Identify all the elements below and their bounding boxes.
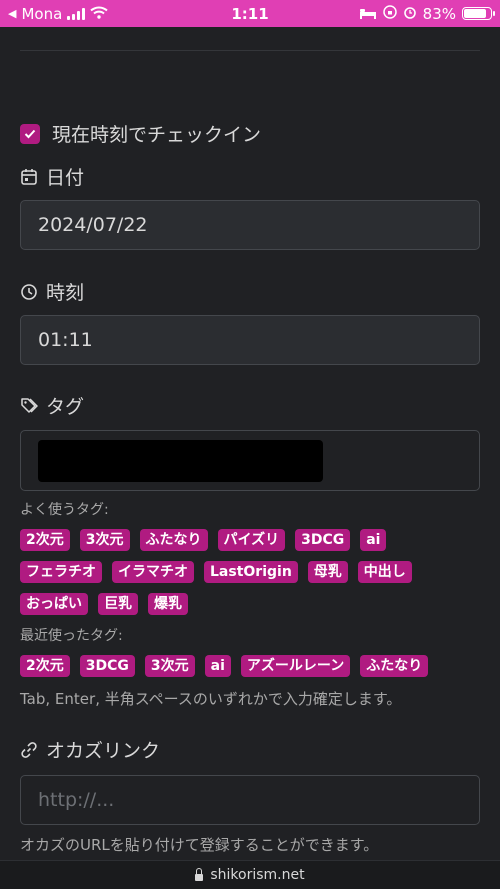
tag-chip[interactable]: ai [204, 655, 231, 677]
divider [20, 50, 480, 51]
tag-chip[interactable]: 2次元 [20, 529, 70, 551]
tags-help-text: Tab, Enter, 半角スペースのいずれかで入力確定します。 [20, 690, 402, 708]
checkin-now-option[interactable]: 現在時刻でチェックイン [20, 120, 261, 147]
back-arrow-icon[interactable]: ◀ [8, 7, 16, 20]
calendar-icon [20, 168, 38, 186]
tag-chip[interactable]: アズールレーン [240, 655, 351, 677]
tag-chip[interactable]: 母乳 [307, 561, 348, 583]
status-time: 1:11 [231, 4, 269, 23]
tag-chip[interactable]: ふたなり [360, 655, 429, 677]
carrier-name: Mona [21, 4, 63, 23]
tags-label-row: タグ [20, 392, 84, 419]
status-bar: ◀ Mona 1:11 83% [0, 0, 500, 27]
clock-icon [20, 283, 38, 301]
frequent-tags-row: フェラチオ イラマチオ LastOrigin 母乳 中出し [20, 561, 412, 583]
sleep-bed-icon [359, 5, 377, 23]
tag-chip[interactable]: 3次元 [79, 529, 130, 551]
tags-label: タグ [46, 396, 85, 418]
cellular-signal-icon [67, 7, 86, 20]
tag-chip[interactable]: ai [360, 529, 387, 551]
alarm-icon [403, 5, 417, 23]
okazu-help-text: オカズのURLを貼り付けて登録することができます。 [20, 836, 379, 854]
tag-chip[interactable]: LastOrigin [204, 561, 298, 583]
frequent-tags-label: よく使うタグ: [20, 502, 109, 518]
battery-icon [462, 7, 495, 20]
tag-chip[interactable]: フェラチオ [20, 561, 102, 583]
recent-tags-label: 最近使ったタグ: [20, 628, 123, 644]
tag-chip[interactable]: おっぱい [20, 593, 88, 615]
wifi-icon [90, 5, 108, 23]
date-label-row: 日付 [20, 163, 84, 190]
tag-chip[interactable]: 爆乳 [148, 593, 188, 615]
time-label-row: 時刻 [20, 278, 84, 305]
time-input[interactable]: 01:11 [20, 315, 480, 365]
tag-chip[interactable]: イラマチオ [112, 561, 194, 583]
redacted-tags [38, 440, 323, 482]
tag-chip[interactable]: 2次元 [20, 655, 70, 677]
lock-icon [195, 867, 204, 881]
tag-chip[interactable]: 3DCG [79, 655, 135, 677]
tags-icon [20, 397, 38, 415]
frequent-tags-row: おっぱい 巨乳 爆乳 [20, 593, 188, 615]
tag-chip[interactable]: パイズリ [217, 529, 286, 551]
link-icon [20, 741, 38, 759]
browser-url-bar[interactable]: shikorism.net [0, 860, 500, 889]
check-icon [24, 129, 36, 138]
date-input[interactable]: 2024/07/22 [20, 200, 480, 250]
okazu-link-input[interactable]: http://... [20, 775, 480, 825]
okazu-link-label-row: オカズリンク [20, 736, 160, 763]
tag-chip[interactable]: 3DCG [295, 529, 351, 551]
battery-percent: 83% [422, 4, 456, 23]
orientation-lock-icon [382, 4, 397, 23]
recent-tags-row: 2次元 3DCG 3次元 ai アズールレーン ふたなり [20, 655, 429, 677]
tag-chip[interactable]: 3次元 [144, 655, 195, 677]
url-domain: shikorism.net [210, 867, 305, 883]
frequent-tags-row: 2次元 3次元 ふたなり パイズリ 3DCG ai [20, 529, 387, 551]
time-label: 時刻 [46, 282, 85, 304]
checkin-now-label: 現在時刻でチェックイン [52, 124, 262, 146]
tag-chip[interactable]: 巨乳 [98, 593, 138, 615]
date-label: 日付 [46, 167, 85, 189]
tags-input[interactable] [20, 430, 480, 491]
checkin-now-checkbox[interactable] [20, 123, 40, 144]
tag-chip[interactable]: ふたなり [139, 529, 208, 551]
okazu-link-label: オカズリンク [46, 740, 161, 762]
tag-chip[interactable]: 中出し [357, 561, 412, 583]
